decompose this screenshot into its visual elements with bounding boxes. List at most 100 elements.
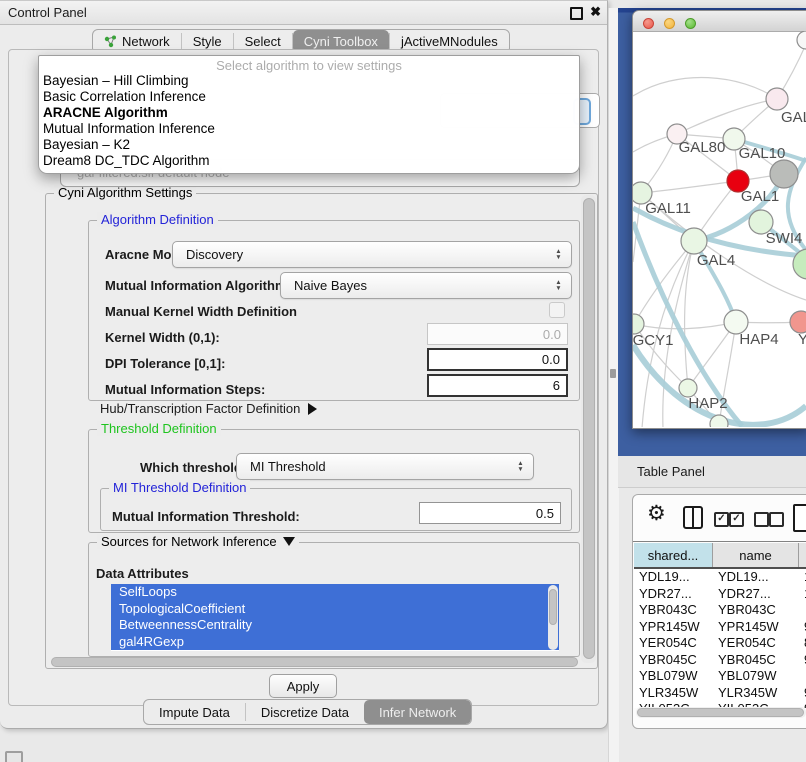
table-panel-title: Table Panel — [637, 464, 705, 479]
node-label: GAL80 — [679, 139, 726, 156]
attribute-item[interactable]: SelfLoops — [111, 584, 559, 601]
network-node[interactable] — [797, 31, 806, 49]
algorithm-option[interactable]: Basic Correlation Inference — [39, 89, 579, 105]
float-icon[interactable] — [570, 7, 583, 20]
split-divider-handle[interactable] — [610, 369, 616, 378]
table-row[interactable]: YPR145WYPR145W9. — [634, 619, 806, 636]
mi-steps-input[interactable] — [427, 374, 568, 397]
data-attributes-label: Data Attributes — [96, 566, 189, 581]
algorithm-option[interactable]: Bayesian – Hill Climbing — [39, 73, 579, 89]
settings-hscrollbar-thumb[interactable] — [51, 657, 578, 667]
table-cell: YPR145W — [634, 619, 713, 636]
network-node[interactable] — [766, 88, 788, 110]
table-cell: YDR27... — [634, 586, 713, 603]
aracne-mode-select[interactable]: Discovery ▲▼ — [172, 241, 572, 268]
zoom-traffic-icon[interactable] — [685, 18, 696, 29]
column-header[interactable]: shared... — [634, 543, 713, 567]
algorithm-option[interactable]: Bayesian – K2 — [39, 137, 579, 153]
mi-threshold-label: Mutual Information Threshold: — [112, 509, 300, 524]
network-node[interactable] — [790, 311, 806, 333]
network-node[interactable] — [633, 314, 644, 334]
mi-threshold-input[interactable] — [419, 502, 561, 524]
tab-label: Cyni Toolbox — [304, 34, 378, 49]
network-edge — [685, 241, 694, 388]
table-row[interactable]: YBR043CYBR043C — [634, 602, 806, 619]
table-cell: YPR145W — [713, 619, 799, 636]
table-row[interactable]: YBL079WYBL079W — [634, 668, 806, 685]
kernel-width-input[interactable] — [427, 323, 568, 345]
table-hscrollbar-track[interactable] — [636, 707, 806, 718]
network-node[interactable] — [681, 228, 707, 254]
bottom-tab-infer-network[interactable]: Infer Network — [364, 700, 471, 724]
close-icon[interactable]: ✖ — [590, 4, 601, 20]
manual-kernel-checkbox[interactable] — [549, 302, 565, 318]
algorithm-popup-placeholder: Select algorithm to view settings — [39, 56, 579, 73]
node-label: SWI4 — [766, 230, 803, 247]
hub-definition-label: Hub/Transcription Factor Definition — [100, 401, 300, 416]
table-hscrollbar-thumb[interactable] — [637, 708, 804, 717]
settings-group-title: Cyni Algorithm Settings — [54, 185, 196, 200]
node-label: GAL — [781, 109, 806, 126]
tab-label: Select — [245, 34, 281, 49]
data-attributes-list[interactable]: SelfLoopsTopologicalCoefficientBetweenne… — [111, 584, 559, 651]
table-cell — [799, 668, 806, 685]
close-traffic-icon[interactable] — [643, 18, 654, 29]
table-cell: 13 — [799, 569, 806, 586]
table-cell: YER054C — [713, 635, 799, 652]
table-row[interactable]: YDR27...YDR27...12 — [634, 586, 806, 603]
table-cell: YBL079W — [634, 668, 713, 685]
column-header[interactable]: A — [799, 543, 806, 567]
table-row[interactable]: YDL19...YDL19...13 — [634, 569, 806, 586]
tab-label: Network — [122, 34, 170, 49]
which-threshold-select[interactable]: MI Threshold ▲▼ — [236, 453, 534, 480]
which-threshold-value: MI Threshold — [237, 459, 513, 474]
table-cell: YER054C — [634, 635, 713, 652]
attribute-item[interactable]: TopologicalCoefficient — [111, 601, 559, 618]
columns-icon[interactable] — [683, 506, 703, 529]
node-label: HAP2 — [688, 395, 727, 412]
bottom-tab-discretize-data[interactable]: Discretize Data — [246, 700, 364, 724]
algorithm-option[interactable]: ARACNE Algorithm — [39, 105, 579, 121]
table-cell: YDR27... — [713, 586, 799, 603]
network-node[interactable] — [710, 415, 728, 427]
bottom-tab-impute-data[interactable]: Impute Data — [144, 700, 245, 724]
attribute-item[interactable]: BetweennessCentrality — [111, 617, 559, 634]
control-panel-titlebar[interactable]: Control Panel ✖ — [0, 1, 607, 25]
network-node[interactable] — [770, 160, 798, 188]
table-row[interactable]: YER054CYER054C8. — [634, 635, 806, 652]
sources-group-title[interactable]: Sources for Network Inference — [97, 534, 299, 549]
network-window-titlebar[interactable] — [633, 11, 806, 32]
collapsed-panel-icon[interactable] — [5, 751, 23, 762]
table-cell: YBL079W — [713, 668, 799, 685]
spinner-arrows-icon: ▲▼ — [551, 249, 571, 260]
attributes-scrollbar-thumb[interactable] — [549, 589, 557, 625]
table-cell: YLR345W — [634, 685, 713, 702]
application-root: Control Panel ✖ NetworkStyleSelectCyni T… — [0, 0, 806, 762]
algorithm-definition-title: Algorithm Definition — [97, 212, 218, 227]
table-window: ⚙ ✓ ✓ shared...nameA YDL19...YDL19...13Y… — [632, 494, 806, 729]
dpi-tolerance-input[interactable] — [427, 348, 568, 371]
attribute-item[interactable]: gal4RGexp — [111, 634, 559, 651]
table-cell: 9. — [799, 685, 806, 702]
algorithm-option[interactable]: Dream8 DC_TDC Algorithm — [39, 153, 579, 169]
settings-scrollbar-thumb[interactable] — [583, 198, 595, 659]
minimize-traffic-icon[interactable] — [664, 18, 675, 29]
table-header-row: shared...nameA — [634, 543, 806, 569]
algorithm-option[interactable]: Mutual Information Inference — [39, 121, 579, 137]
network-canvas[interactable]: GALGAL80GAL10GAL1GAL11SWI4GAL4GCY1HAP4YH… — [633, 31, 806, 427]
table-row[interactable]: YLR345WYLR345W9. — [634, 685, 806, 702]
node-label: GAL1 — [741, 188, 779, 205]
table-body: YDL19...YDL19...13YDR27...YDR27...12YBR0… — [634, 569, 806, 708]
select-all-icon-2[interactable]: ✓ — [729, 512, 744, 527]
deselect-all-icon-2[interactable] — [769, 512, 784, 527]
column-header[interactable]: name — [713, 543, 799, 567]
mi-type-select[interactable]: Naive Bayes ▲▼ — [280, 272, 572, 299]
apply-button[interactable]: Apply — [269, 674, 337, 698]
table-cell: 9. — [799, 619, 806, 636]
function-builder-icon[interactable] — [793, 504, 806, 532]
deselect-all-icon[interactable] — [754, 512, 769, 527]
table-row[interactable]: YBR045CYBR045C9. — [634, 652, 806, 669]
hub-definition-toggle[interactable]: Hub/Transcription Factor Definition — [100, 401, 317, 416]
gear-icon[interactable]: ⚙ — [647, 503, 666, 524]
select-all-icon[interactable]: ✓ — [714, 512, 729, 527]
